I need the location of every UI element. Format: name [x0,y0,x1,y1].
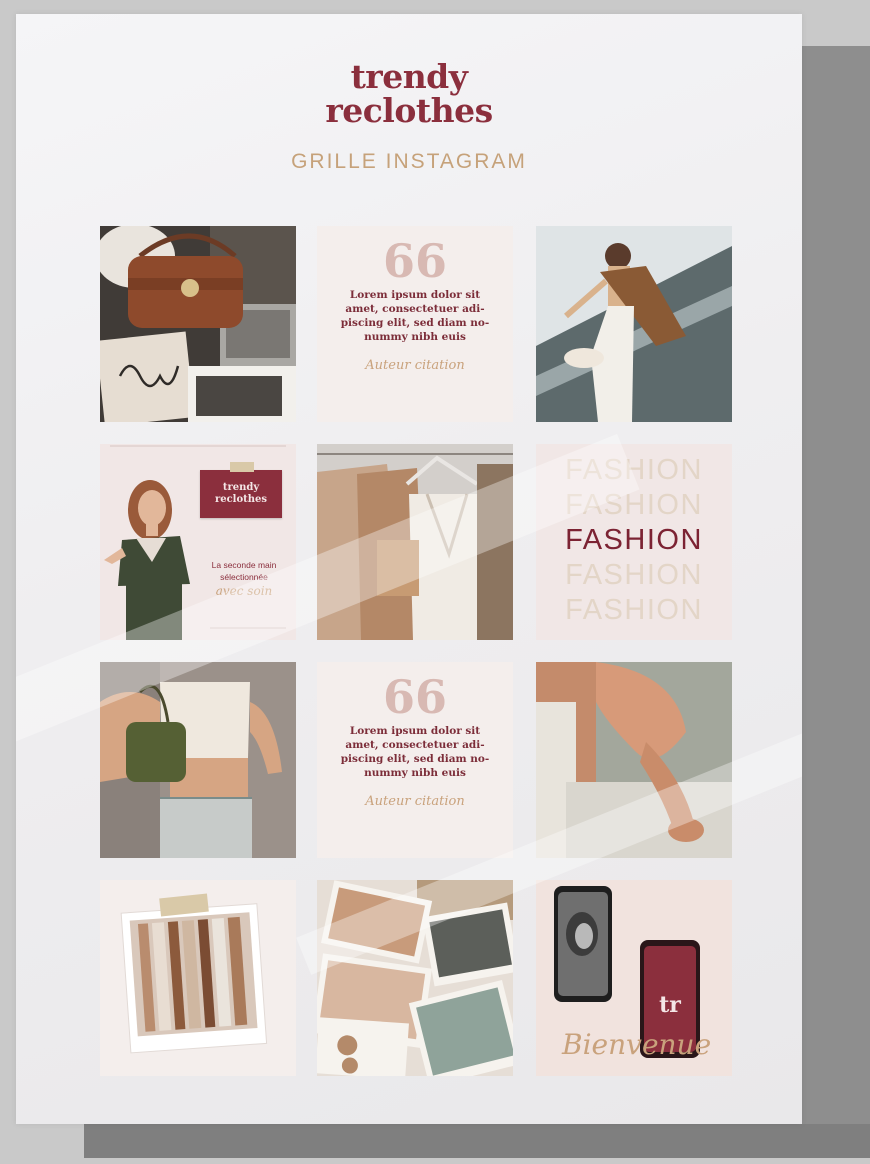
tile-intro[interactable]: trendy reclothes La seconde main sélecti… [100,444,296,640]
tile-quote-2[interactable]: 66 Lorem ipsum dolor sit amet, consectet… [317,662,513,858]
backdrop-shadow-bottom [84,1124,870,1158]
fashion-word-2: FASHION [565,489,703,521]
backdrop-shadow-right [802,46,870,1126]
intro-tagline-2: sélectionnée [220,572,268,582]
badge-text-line1: trendy [222,482,260,493]
hand-sleeve-photo [536,662,732,858]
brand-title-line2: reclothes [325,91,493,130]
phone-icon [554,886,612,1002]
poster-sheet: trendy reclothes GRILLE INSTAGRAM 66 Lor… [16,14,802,1124]
poster-subtitle: GRILLE INSTAGRAM [291,150,527,173]
tile-hanging-clothes[interactable] [317,444,513,640]
fashion-word-5: FASHION [565,594,703,626]
fashion-word-3: FASHION [565,524,703,556]
tile-hand-sleeve[interactable] [536,662,732,858]
fashion-word-1: FASHION [565,454,703,486]
quote-text: Lorem ipsum dolor sit amet, consectetuer… [340,289,490,343]
polaroid-rack-photo [100,880,296,1076]
tile-photo-collage[interactable] [317,880,513,1076]
tile-fashion-text[interactable]: FASHION FASHION FASHION FASHION FASHION [536,444,732,640]
tile-woman-bag[interactable] [100,662,296,858]
quote-text: Lorem ipsum dolor sit amet, consectetuer… [340,725,490,779]
intro-tagline-script: avec soin [215,584,273,598]
intro-tagline-1: La seconde main [211,560,277,570]
handbag-desk-photo [100,226,296,422]
tile-quote-1[interactable]: 66 Lorem ipsum dolor sit amet, consectet… [317,226,513,422]
tile-welcome[interactable]: tr Bienvenue [536,880,732,1076]
logo-monogram-icon: tr [659,992,681,1018]
quote-icon: 66 [382,670,447,724]
hanging-clothes-photo [317,444,513,640]
tape-strip [230,462,254,472]
quote-icon: 66 [382,234,447,288]
tile-woman-pose[interactable] [536,226,732,422]
woman-pose-photo [536,226,732,422]
badge-text-line2: reclothes [214,494,268,505]
tile-polaroid-rack[interactable] [100,880,296,1076]
tile-handbag-desk[interactable] [100,226,296,422]
photo-collage [317,880,513,1076]
brand-title-line1: trendy [350,57,468,96]
quote-author: Auteur citation [365,358,465,373]
quote-author: Auteur citation [365,794,465,809]
woman-bag-photo [100,662,296,858]
welcome-script: Bienvenue [562,1028,712,1061]
brand-badge: trendy reclothes [200,462,282,518]
fashion-word-4: FASHION [565,559,703,591]
